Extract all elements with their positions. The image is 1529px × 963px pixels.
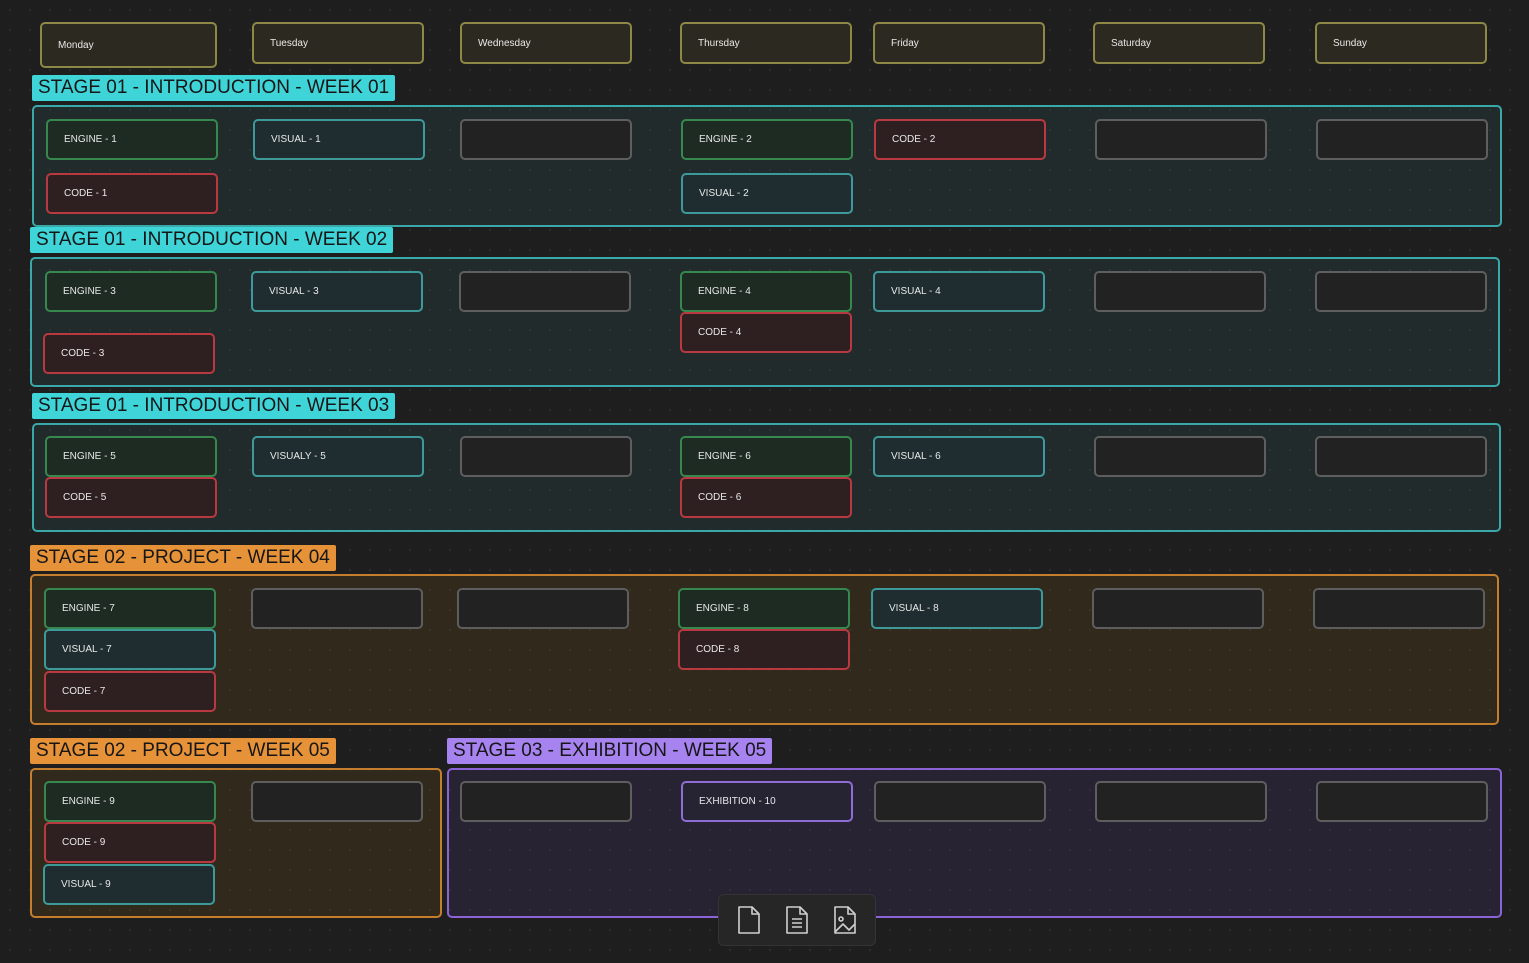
- card-engine-8[interactable]: ENGINE - 8: [678, 588, 850, 629]
- card-empty[interactable]: [1092, 588, 1264, 629]
- card-empty[interactable]: [460, 781, 632, 822]
- card-code-9[interactable]: CODE - 9: [44, 822, 216, 863]
- card-empty[interactable]: [251, 781, 423, 822]
- card-engine-1[interactable]: ENGINE - 1: [46, 119, 218, 160]
- card-code-6[interactable]: CODE - 6: [680, 477, 852, 518]
- card-visual-1[interactable]: VISUAL - 1: [253, 119, 425, 160]
- card-engine-9[interactable]: ENGINE - 9: [44, 781, 216, 822]
- group-label-stage01-week02[interactable]: STAGE 01 - INTRODUCTION - WEEK 02: [30, 227, 394, 253]
- day-header-friday[interactable]: Friday: [873, 22, 1045, 64]
- canvas-toolbar: [718, 894, 876, 946]
- card-code-3[interactable]: CODE - 3: [43, 333, 215, 374]
- new-note-button[interactable]: [731, 902, 767, 938]
- card-empty[interactable]: [251, 588, 423, 629]
- card-empty[interactable]: [1095, 781, 1267, 822]
- day-header-tuesday[interactable]: Tuesday: [252, 22, 424, 64]
- add-image-file-button[interactable]: [827, 902, 863, 938]
- text-file-icon: [786, 906, 808, 934]
- group-label-stage01-week01[interactable]: STAGE 01 - INTRODUCTION - WEEK 01: [32, 75, 396, 101]
- card-empty[interactable]: [460, 436, 632, 477]
- card-empty[interactable]: [1313, 588, 1485, 629]
- card-empty[interactable]: [1315, 436, 1487, 477]
- card-visual-8[interactable]: VISUAL - 8: [871, 588, 1043, 629]
- day-header-wednesday[interactable]: Wednesday: [460, 22, 632, 64]
- card-code-1[interactable]: CODE - 1: [46, 173, 218, 214]
- card-engine-5[interactable]: ENGINE - 5: [45, 436, 217, 477]
- card-visual-6[interactable]: VISUAL - 6: [873, 436, 1045, 477]
- card-empty[interactable]: [1316, 119, 1488, 160]
- card-engine-2[interactable]: ENGINE - 2: [681, 119, 853, 160]
- card-code-2[interactable]: CODE - 2: [874, 119, 1046, 160]
- card-empty[interactable]: [874, 781, 1046, 822]
- group-label-stage01-week03[interactable]: STAGE 01 - INTRODUCTION - WEEK 03: [32, 393, 396, 419]
- card-visual-4[interactable]: VISUAL - 4: [873, 271, 1045, 312]
- add-text-file-button[interactable]: [779, 902, 815, 938]
- card-code-8[interactable]: CODE - 8: [678, 629, 850, 670]
- day-header-saturday[interactable]: Saturday: [1093, 22, 1265, 64]
- card-visual-7[interactable]: VISUAL - 7: [44, 629, 216, 670]
- group-label-stage02-week05[interactable]: STAGE 02 - PROJECT - WEEK 05: [30, 738, 336, 764]
- card-visual-9[interactable]: VISUAL - 9: [43, 864, 215, 905]
- image-file-icon: [834, 906, 856, 934]
- card-code-4[interactable]: CODE - 4: [680, 312, 852, 353]
- card-empty[interactable]: [1094, 271, 1266, 312]
- card-empty[interactable]: [460, 119, 632, 160]
- group-label-stage02-week04[interactable]: STAGE 02 - PROJECT - WEEK 04: [30, 545, 336, 571]
- card-empty[interactable]: [1094, 436, 1266, 477]
- day-header-sunday[interactable]: Sunday: [1315, 22, 1487, 64]
- day-header-monday[interactable]: Monday: [40, 22, 217, 68]
- card-code-7[interactable]: CODE - 7: [44, 671, 216, 712]
- card-engine-7[interactable]: ENGINE - 7: [44, 588, 216, 629]
- group-label-stage03-week05[interactable]: STAGE 03 - EXHIBITION - WEEK 05: [447, 738, 773, 764]
- card-engine-6[interactable]: ENGINE - 6: [680, 436, 852, 477]
- card-empty[interactable]: [1316, 781, 1488, 822]
- card-empty[interactable]: [1095, 119, 1267, 160]
- card-empty[interactable]: [459, 271, 631, 312]
- card-code-5[interactable]: CODE - 5: [45, 477, 217, 518]
- card-visual-5[interactable]: VISUALY - 5: [252, 436, 424, 477]
- day-header-thursday[interactable]: Thursday: [680, 22, 852, 64]
- card-empty[interactable]: [1315, 271, 1487, 312]
- new-note-icon: [738, 906, 760, 934]
- card-engine-4[interactable]: ENGINE - 4: [680, 271, 852, 312]
- card-empty[interactable]: [457, 588, 629, 629]
- card-visual-3[interactable]: VISUAL - 3: [251, 271, 423, 312]
- card-visual-2[interactable]: VISUAL - 2: [681, 173, 853, 214]
- card-engine-3[interactable]: ENGINE - 3: [45, 271, 217, 312]
- card-exhibition-10[interactable]: EXHIBITION - 10: [681, 781, 853, 822]
